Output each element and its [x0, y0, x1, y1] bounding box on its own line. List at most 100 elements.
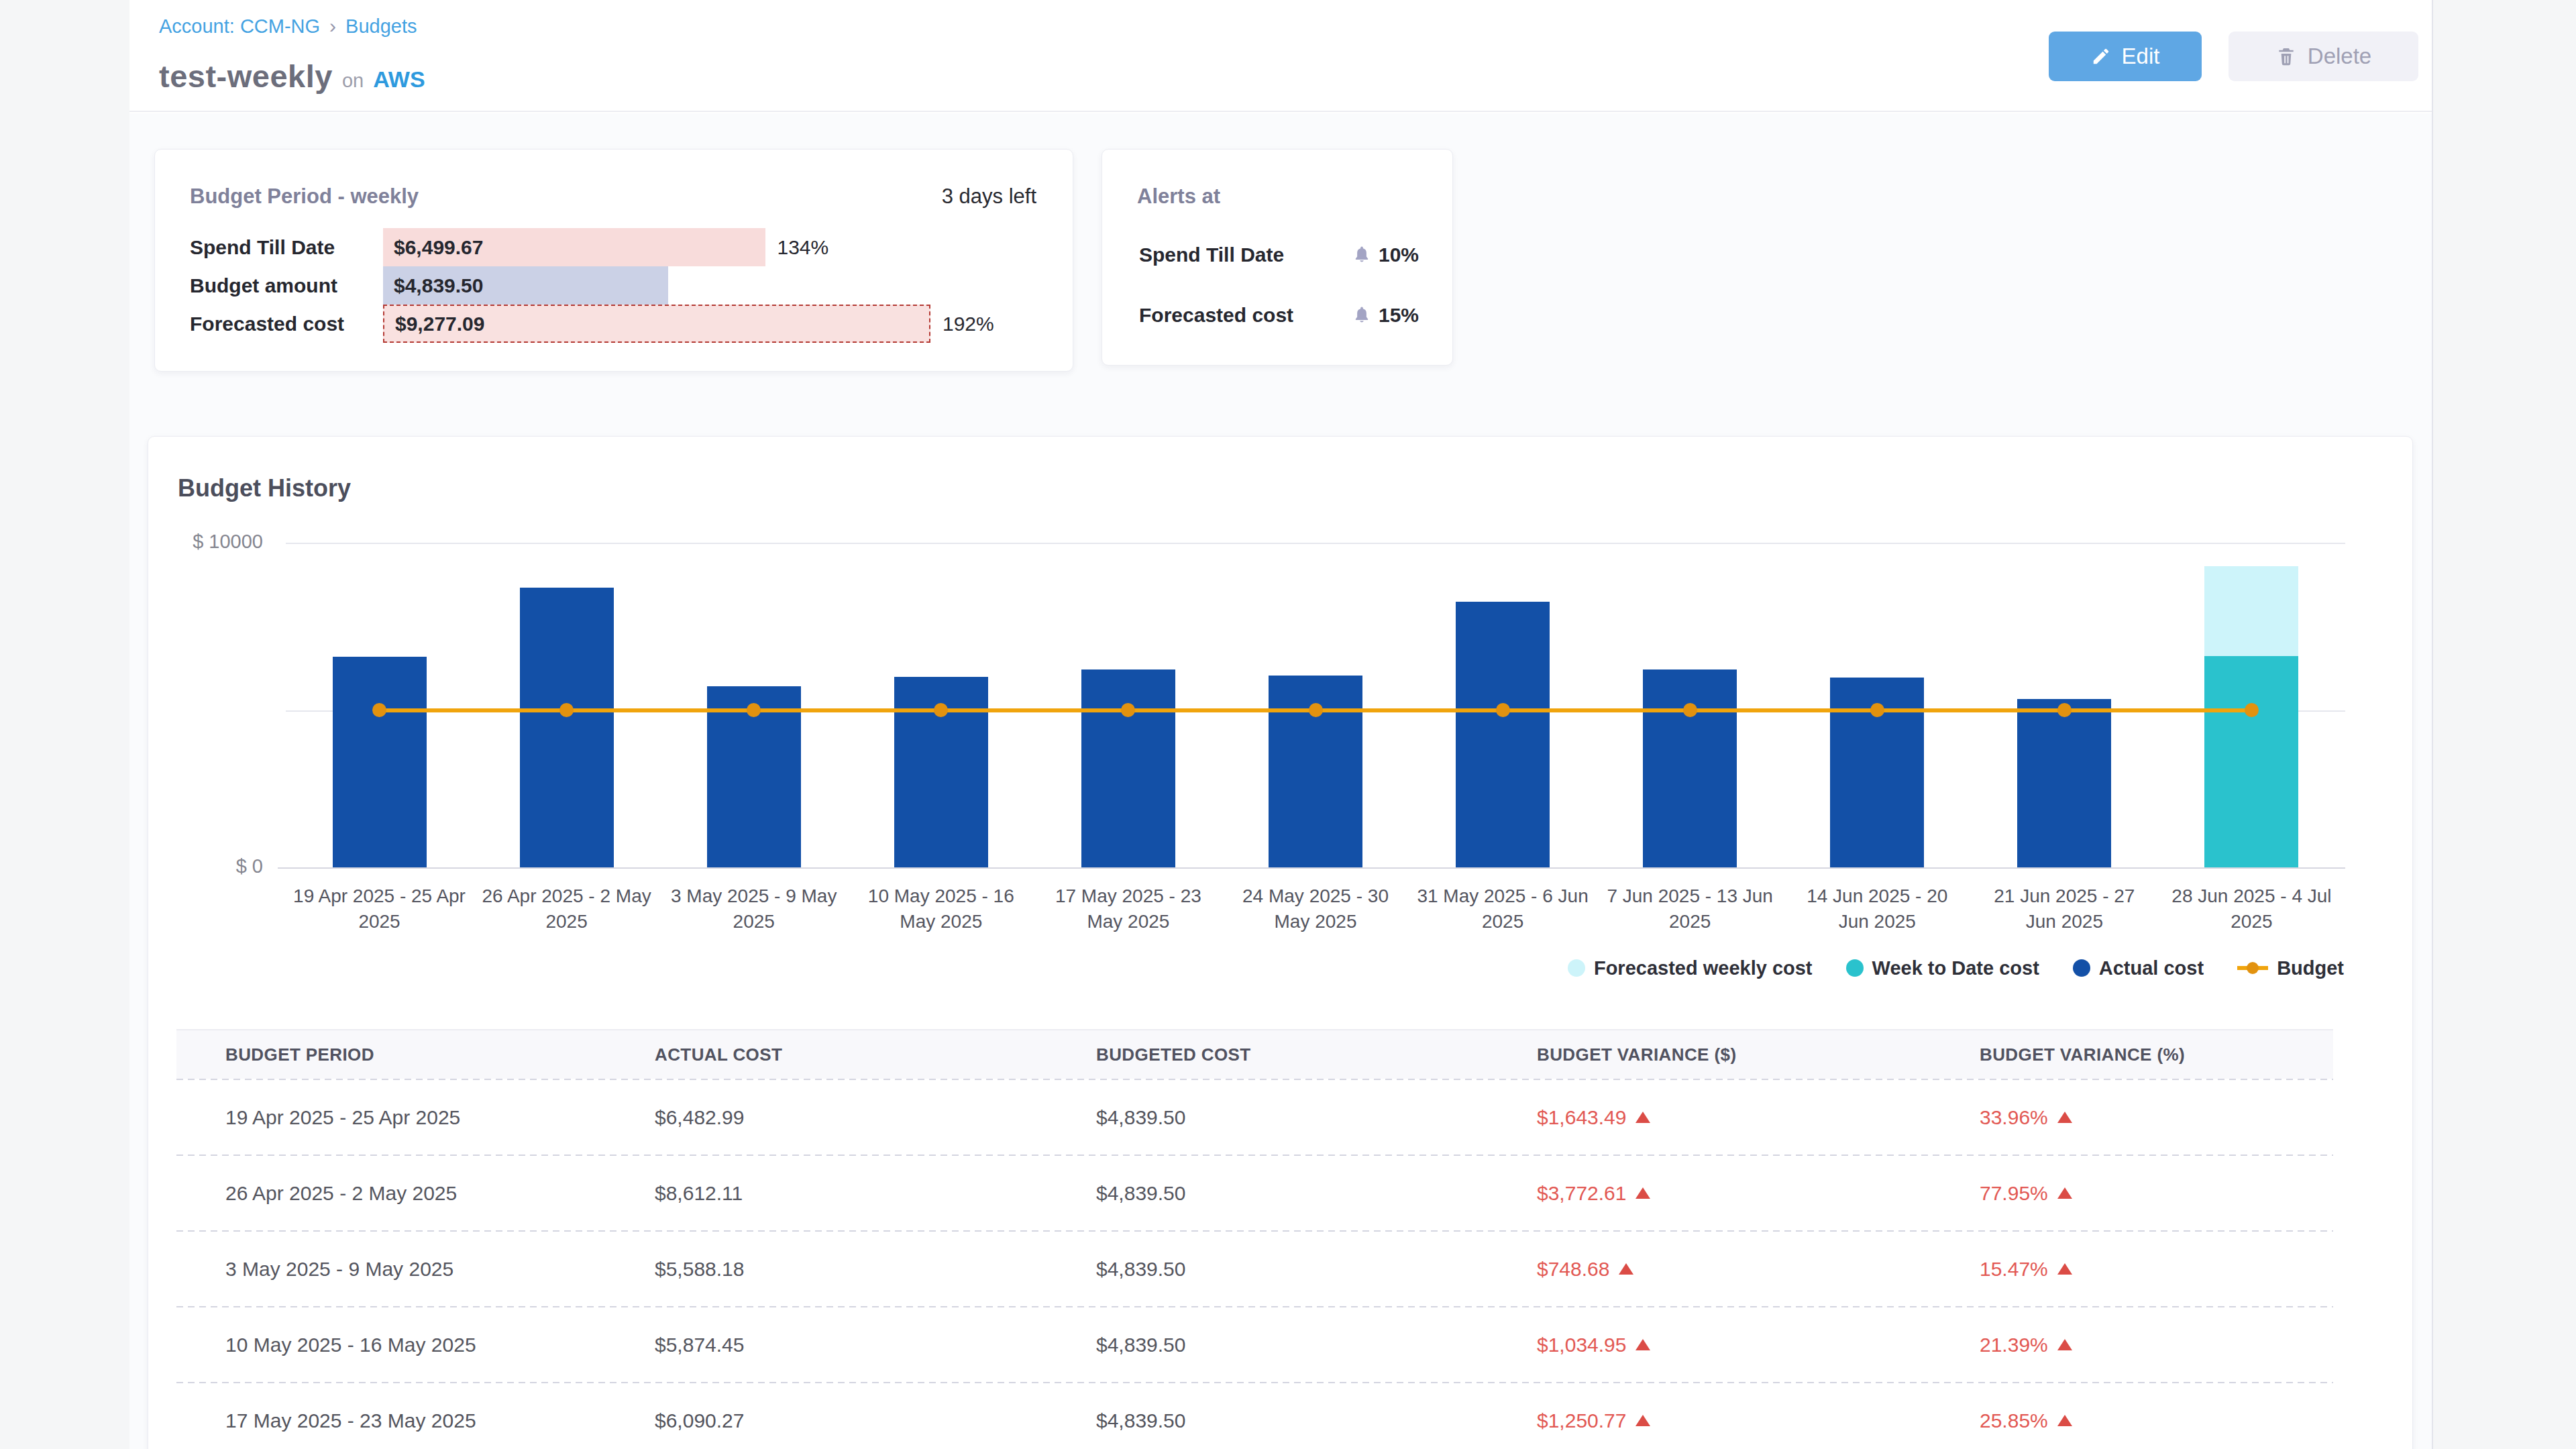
cell-budget-period: 10 May 2025 - 16 May 2025	[176, 1334, 655, 1356]
cell-budget-period: 26 Apr 2025 - 2 May 2025	[176, 1182, 655, 1205]
variance-up-triangle-icon	[1635, 1415, 1650, 1426]
days-left-label: 3 days left	[942, 184, 1036, 209]
edit-button-label: Edit	[2122, 44, 2160, 69]
cell-actual-cost: $6,090.27	[655, 1409, 1096, 1432]
x-axis-label: 17 May 2025 - 23 May 2025	[1042, 883, 1215, 934]
breadcrumb-budgets-link[interactable]: Budgets	[345, 15, 417, 38]
legend-label: Actual cost	[2099, 957, 2204, 979]
legend-dot	[1568, 959, 1585, 977]
alert-row: Forecasted cost15%	[1139, 304, 1419, 327]
legend-line-icon	[2237, 966, 2268, 970]
actual-cost-bar[interactable]	[1081, 669, 1175, 867]
variance-up-triangle-icon	[1619, 1263, 1633, 1275]
cell-actual-cost: $5,588.18	[655, 1258, 1096, 1281]
budget-history-card: Budget History $ 10000 $ 0 19 Apr 2025 -…	[148, 436, 2413, 1449]
delete-button[interactable]: Delete	[2229, 32, 2418, 81]
page-title-row: test-weekly on AWS	[159, 58, 425, 95]
cell-budgeted-cost: $4,839.50	[1096, 1409, 1537, 1432]
cell-actual-cost: $8,612.11	[655, 1182, 1096, 1205]
legend-item[interactable]: Actual cost	[2073, 957, 2204, 979]
cell-budget-variance-pct: 15.47%	[1980, 1258, 2333, 1281]
delete-button-label: Delete	[2308, 44, 2371, 69]
budget-history-chart: 19 Apr 2025 - 25 Apr 202526 Apr 2025 - 2…	[286, 543, 2345, 867]
cell-budget-variance-pct: 77.95%	[1980, 1182, 2333, 1205]
budget-period-bar-value: $6,499.67	[383, 236, 483, 259]
trash-icon	[2275, 46, 2297, 67]
breadcrumb: Account: CCM-NG › Budgets	[159, 15, 417, 38]
alert-row-label: Forecasted cost	[1139, 304, 1293, 327]
budget-period-row-label: Forecasted cost	[190, 313, 383, 335]
cell-budget-variance-usd: $1,643.49	[1537, 1106, 1980, 1129]
legend-item[interactable]: Forecasted weekly cost	[1568, 957, 1813, 979]
cell-budget-period: 3 May 2025 - 9 May 2025	[176, 1258, 655, 1281]
actual-cost-bar[interactable]	[1456, 602, 1550, 867]
alert-row-label: Spend Till Date	[1139, 244, 1284, 266]
variance-up-triangle-icon	[2057, 1339, 2072, 1350]
legend-label: Week to Date cost	[1872, 957, 2039, 979]
table-header-cell: BUDGET VARIANCE (%)	[1980, 1044, 2333, 1065]
budget-line-point[interactable]	[2057, 703, 2072, 717]
cell-budget-period: 17 May 2025 - 23 May 2025	[176, 1409, 655, 1432]
variance-up-triangle-icon	[1635, 1339, 1650, 1350]
actual-cost-bar[interactable]	[1643, 669, 1737, 867]
budget-period-row-label: Spend Till Date	[190, 236, 383, 259]
variance-up-triangle-icon	[2057, 1112, 2072, 1123]
x-axis-label: 24 May 2025 - 30 May 2025	[1229, 883, 1402, 934]
x-axis-label: 21 Jun 2025 - 27 Jun 2025	[1978, 883, 2151, 934]
budget-period-row: Budget amount$4,839.50	[190, 266, 1053, 305]
alert-threshold: 10%	[1352, 244, 1419, 266]
cell-actual-cost: $5,874.45	[655, 1334, 1096, 1356]
budget-period-title: Budget Period - weekly	[190, 184, 419, 209]
legend-label: Forecasted weekly cost	[1594, 957, 1813, 979]
edit-button[interactable]: Edit	[2049, 32, 2202, 81]
cell-actual-cost: $6,482.99	[655, 1106, 1096, 1129]
cell-budgeted-cost: $4,839.50	[1096, 1182, 1537, 1205]
budget-history-title: Budget History	[178, 474, 351, 502]
table-row: 17 May 2025 - 23 May 2025$6,090.27$4,839…	[176, 1383, 2333, 1449]
week-to-date-cost-bar[interactable]	[2204, 656, 2298, 867]
actual-cost-bar[interactable]	[520, 588, 614, 867]
table-header-row: BUDGET PERIODACTUAL COSTBUDGETED COSTBUD…	[176, 1029, 2333, 1079]
budget-period-rows: Spend Till Date$6,499.67134%Budget amoun…	[190, 228, 1053, 343]
x-axis-line	[278, 867, 2345, 869]
x-axis-label: 28 Jun 2025 - 4 Jul 2025	[2165, 883, 2338, 934]
budget-period-row: Forecasted cost$9,277.09192%	[190, 305, 1053, 343]
content-panel: Account: CCM-NG › Budgets test-weekly on…	[129, 0, 2433, 1449]
legend-item[interactable]: Budget	[2237, 957, 2344, 979]
budget-period-percent: 192%	[943, 313, 994, 335]
alerts-title: Alerts at	[1137, 184, 1220, 209]
cell-budget-variance-pct: 33.96%	[1980, 1106, 2333, 1129]
legend-item[interactable]: Week to Date cost	[1846, 957, 2039, 979]
budget-line-point[interactable]	[1496, 703, 1510, 717]
bell-icon	[1352, 245, 1372, 265]
budget-period-bar-track: $6,499.67134%	[383, 228, 1053, 266]
cell-budget-variance-usd: $748.68	[1537, 1258, 1980, 1281]
x-axis-label: 31 May 2025 - 6 Jun 2025	[1416, 883, 1589, 934]
budget-table: BUDGET PERIODACTUAL COSTBUDGETED COSTBUD…	[176, 1029, 2333, 1449]
x-axis-label: 26 Apr 2025 - 2 May 2025	[480, 883, 653, 934]
budget-period-card: Budget Period - weekly 3 days left Spend…	[154, 149, 1073, 372]
x-axis-label: 3 May 2025 - 9 May 2025	[667, 883, 841, 934]
forecasted-weekly-cost-bar[interactable]	[2204, 566, 2298, 656]
y-axis-tick-10000: $ 10000	[148, 531, 263, 553]
cell-budget-variance-usd: $1,250.77	[1537, 1409, 1980, 1432]
pencil-icon	[2091, 46, 2111, 66]
table-body: 19 Apr 2025 - 25 Apr 2025$6,482.99$4,839…	[176, 1079, 2333, 1449]
cell-budget-variance-pct: 21.39%	[1980, 1334, 2333, 1356]
actual-cost-bar[interactable]	[333, 657, 427, 867]
gridline-10000	[286, 543, 2345, 544]
budget-line-point[interactable]	[1870, 703, 1884, 717]
actual-cost-bar[interactable]	[2017, 699, 2111, 867]
budget-line-point[interactable]	[1309, 703, 1323, 717]
alert-row: Spend Till Date 10%	[1139, 244, 1419, 266]
page-title: test-weekly	[159, 58, 333, 95]
table-row: 10 May 2025 - 16 May 2025$5,874.45$4,839…	[176, 1307, 2333, 1382]
header-buttons: Edit Delete	[2049, 32, 2418, 81]
bell-icon	[1352, 305, 1372, 325]
breadcrumb-account-link[interactable]: Account: CCM-NG	[159, 15, 320, 38]
x-axis-label: 14 Jun 2025 - 20 Jun 2025	[1790, 883, 1964, 934]
breadcrumb-separator-icon: ›	[329, 15, 336, 38]
budget-line-point[interactable]	[1683, 703, 1697, 717]
page-header: Account: CCM-NG › Budgets test-weekly on…	[129, 0, 2432, 112]
budget-period-bar: $6,499.67	[383, 228, 765, 266]
